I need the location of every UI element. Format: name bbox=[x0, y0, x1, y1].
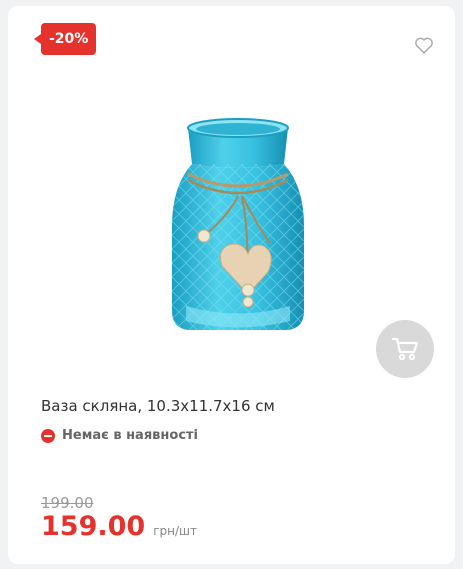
price-unit: грн/шт bbox=[153, 524, 197, 538]
shopping-cart-icon bbox=[391, 337, 419, 361]
add-to-cart-button[interactable] bbox=[376, 320, 434, 378]
product-card[interactable]: -20% Ваза скляна, 10.3x11.7x16 см Немає … bbox=[8, 6, 455, 564]
price-row: 159.00 грн/шт bbox=[41, 511, 197, 542]
product-title[interactable]: Ваза скляна, 10.3x11.7x16 см bbox=[41, 397, 275, 415]
minus-circle-icon bbox=[41, 428, 55, 443]
favorite-heart-icon[interactable] bbox=[413, 34, 435, 56]
old-price: 199.00 bbox=[41, 494, 94, 512]
current-price: 159.00 bbox=[41, 511, 146, 542]
stock-status-label: Немає в наявності bbox=[62, 428, 199, 443]
discount-badge: -20% bbox=[33, 23, 97, 55]
product-image[interactable] bbox=[158, 116, 318, 341]
stock-status: Немає в наявності bbox=[41, 428, 198, 443]
